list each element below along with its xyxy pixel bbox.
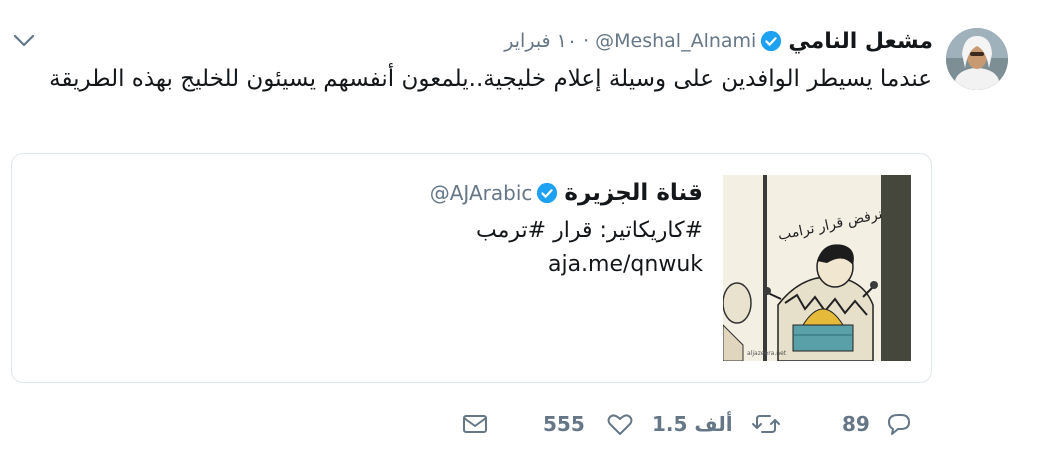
retweet-icon [751, 415, 780, 433]
chevron-down-icon [13, 34, 35, 47]
cartoon-illustration: نرفض قرار ترامب aljazeera.net [723, 175, 911, 361]
avatar[interactable] [946, 28, 1008, 90]
quoted-author-name[interactable]: قناة الجزيرة [564, 180, 703, 206]
reply-icon [887, 414, 910, 435]
cartoon-signature: aljazeera.net [747, 350, 787, 357]
quoted-tweet-link[interactable]: aja.me/qnwuk [548, 252, 703, 277]
quoted-tweet-image[interactable]: نرفض قرار ترامب aljazeera.net [723, 175, 911, 361]
avatar-image [946, 28, 1008, 90]
author-handle[interactable]: @Meshal_Alnami [595, 30, 756, 52]
verified-badge-icon [761, 30, 782, 52]
message-button[interactable] [460, 404, 490, 444]
quoted-author-handle[interactable]: @AJArabic [430, 181, 533, 205]
author-name[interactable]: مشعل النامي [788, 29, 933, 54]
quoted-tweet-header: قناة الجزيرة @AJArabic [430, 176, 703, 210]
quoted-tweet-text: #كاريكاتير: قرار #ترمب [476, 218, 703, 243]
tweet-menu-caret[interactable] [10, 26, 38, 54]
reply-button[interactable]: 89 [842, 404, 914, 444]
quoted-tweet-card[interactable]: نرفض قرار ترامب aljazeera.net قناة الجزي… [11, 153, 932, 383]
tweet-actions: 89 1.5 ألف 555 [0, 404, 1061, 444]
like-button[interactable]: 555 [543, 404, 635, 444]
envelope-icon [463, 415, 487, 433]
heart-icon [607, 414, 633, 435]
tweet-timestamp[interactable]: ١٠ فبراير [504, 30, 577, 52]
like-count: 555 [543, 412, 585, 436]
reply-count: 89 [842, 412, 870, 436]
retweet-count: 1.5 ألف [652, 412, 733, 436]
tweet-header: مشعل النامي @Meshal_Alnami · ١٠ فبراير [504, 26, 933, 56]
verified-badge-icon [537, 182, 558, 204]
tweet-text: عندما يسيطر الوافدين على وسيلة إعلام خلي… [49, 66, 932, 92]
separator-dot: · [583, 30, 590, 52]
retweet-button[interactable]: 1.5 ألف [652, 404, 781, 444]
